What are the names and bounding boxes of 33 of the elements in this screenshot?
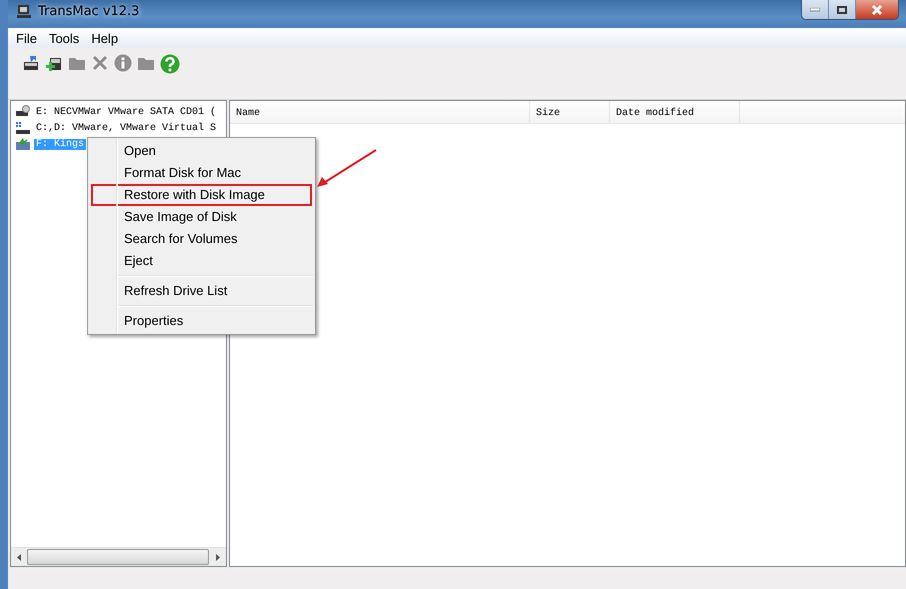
- scroll-thumb[interactable]: [27, 549, 209, 565]
- maximize-icon: [837, 6, 847, 14]
- column-header[interactable]: Size: [530, 101, 610, 123]
- window-title: TransMac v12.3: [38, 4, 140, 19]
- drive-item[interactable]: C:,D: VMware, VMware Virtual S: [34, 122, 218, 134]
- menu-item[interactable]: Refresh Drive List: [91, 280, 312, 302]
- help-icon[interactable]: [160, 54, 180, 74]
- optical-drive-icon: [15, 105, 31, 119]
- menu-item[interactable]: Properties: [91, 310, 312, 332]
- close-button[interactable]: [856, 0, 898, 19]
- app-icon: [17, 4, 32, 19]
- scroll-left-icon[interactable]: [17, 554, 21, 560]
- annotation-arrow: [316, 148, 378, 188]
- drive-item[interactable]: E: NECVMWar VMware SATA CD01 (: [34, 106, 218, 118]
- drive-refresh-icon[interactable]: [22, 54, 40, 72]
- column-header[interactable]: Name: [230, 101, 530, 123]
- menu-item[interactable]: Open: [91, 140, 312, 162]
- maximize-button[interactable]: [829, 0, 856, 19]
- close-icon: [871, 4, 883, 14]
- usb-drive-icon: [15, 137, 31, 151]
- minimize-icon: [810, 8, 820, 12]
- scroll-right-icon[interactable]: [216, 554, 220, 560]
- column-header[interactable]: Date modified: [610, 101, 740, 123]
- menu-item[interactable]: Save Image of Disk: [91, 206, 312, 228]
- menu-item[interactable]: File: [10, 30, 43, 46]
- horizontal-scrollbar[interactable]: [11, 547, 226, 566]
- menu-item[interactable]: Search for Volumes: [91, 228, 312, 250]
- menu-item[interactable]: Tools: [42, 30, 86, 46]
- menu-item[interactable]: Help: [85, 30, 124, 46]
- menu-item[interactable]: Restore with Disk Image: [91, 184, 312, 206]
- hard-disk-icon: [15, 121, 31, 135]
- menu-item[interactable]: Format Disk for Mac: [91, 162, 312, 184]
- menu-item[interactable]: Eject: [91, 250, 312, 272]
